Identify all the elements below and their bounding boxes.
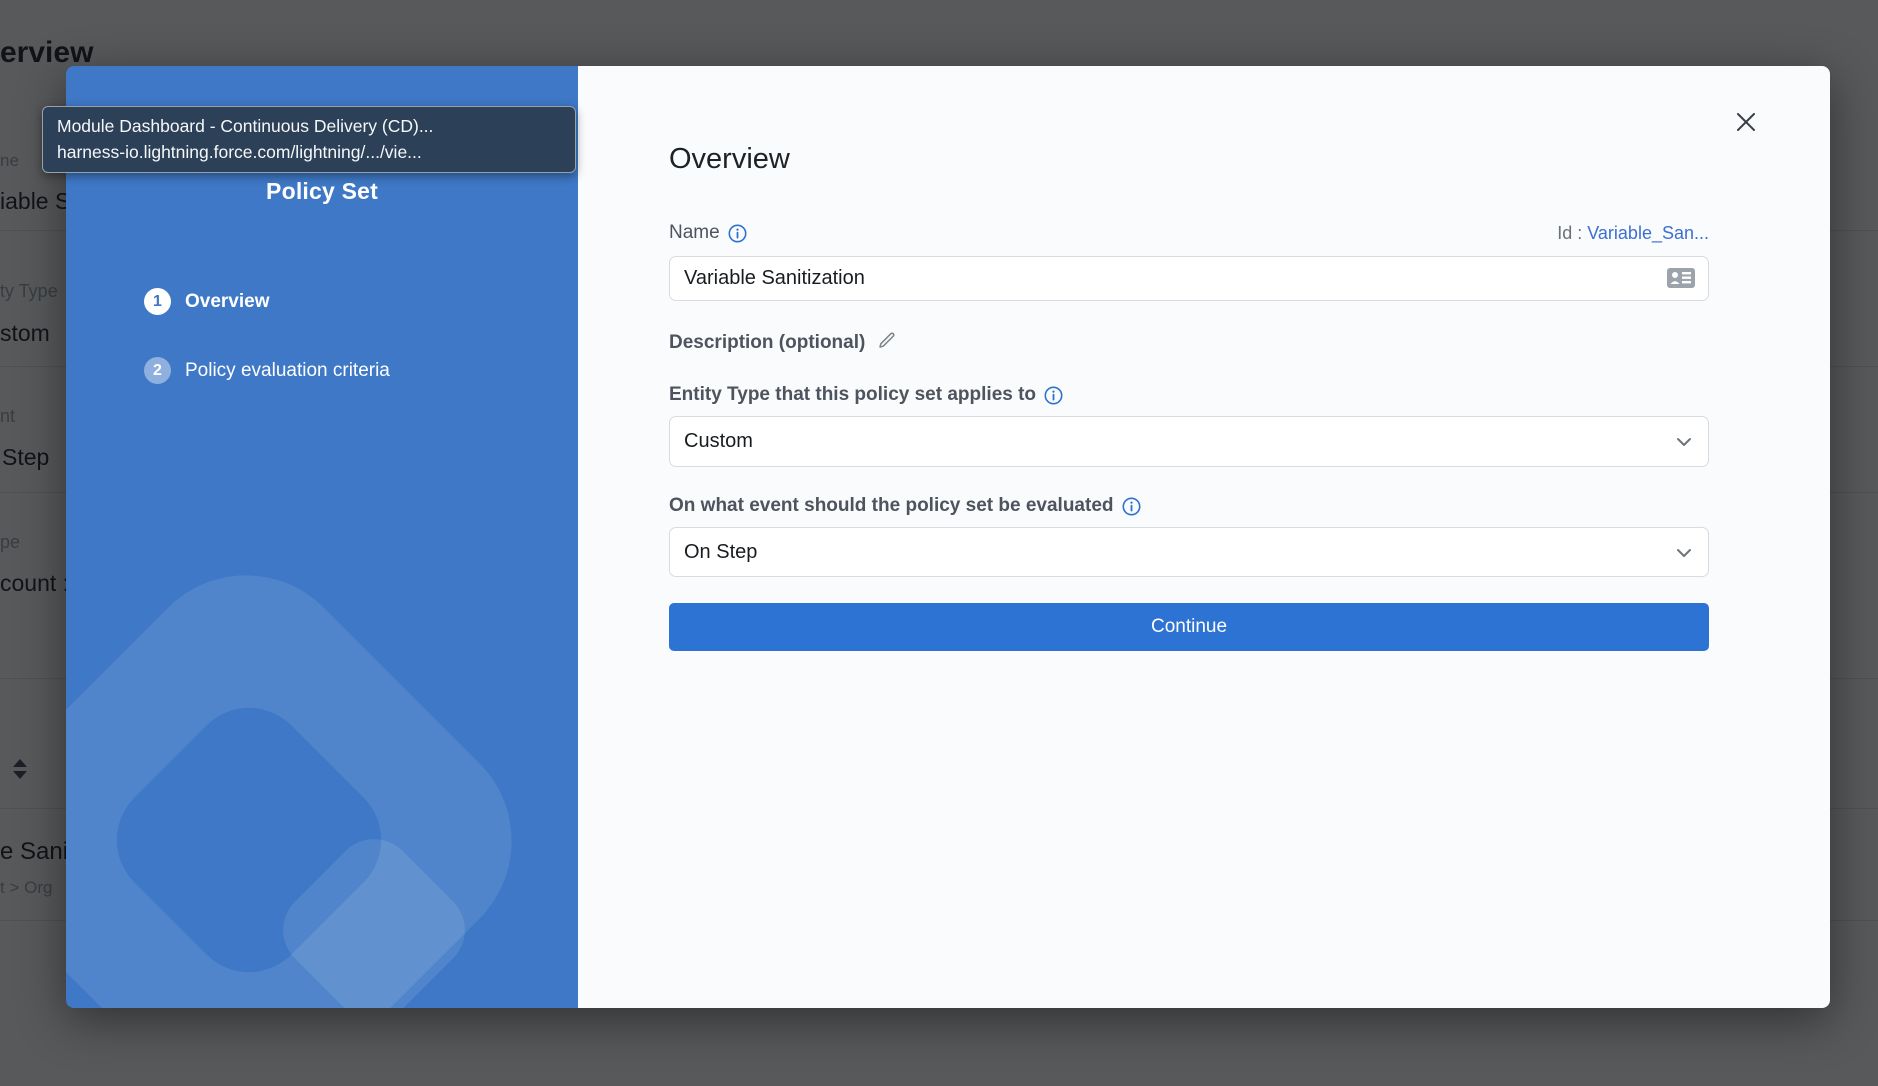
link-preview-tooltip: Module Dashboard - Continuous Delivery (…	[42, 106, 576, 173]
pencil-icon[interactable]	[877, 330, 897, 356]
info-icon[interactable]	[1044, 386, 1063, 405]
entity-type-value: Custom	[684, 430, 753, 453]
name-input[interactable]	[669, 256, 1709, 301]
step-policy-evaluation-criteria[interactable]: 2 Policy evaluation criteria	[144, 357, 390, 384]
id-prefix: Id :	[1557, 223, 1582, 243]
event-value: On Step	[684, 541, 757, 564]
step-label: Policy evaluation criteria	[185, 360, 390, 382]
wizard-steps: 1 Overview 2 Policy evaluation criteria	[144, 288, 390, 426]
entity-type-select[interactable]: Custom	[669, 416, 1709, 467]
overview-form-panel: Overview Name Id : Variable_San...	[578, 66, 1830, 1008]
entity-type-label-text: Entity Type that this policy set applies…	[669, 384, 1036, 406]
description-label: Description (optional)	[669, 330, 897, 356]
policy-set-modal: Policy Set 1 Overview 2 Policy evaluatio…	[66, 66, 1830, 1008]
entity-type-label: Entity Type that this policy set applies…	[669, 384, 1063, 406]
id-card-icon[interactable]	[1666, 267, 1696, 294]
page-title: Overview	[669, 143, 790, 176]
description-label-text: Description (optional)	[669, 332, 865, 354]
continue-button[interactable]: Continue	[669, 603, 1709, 651]
wizard-sidebar: Policy Set 1 Overview 2 Policy evaluatio…	[66, 66, 578, 1008]
chevron-down-icon	[1676, 430, 1692, 453]
info-icon[interactable]	[1122, 497, 1141, 516]
event-label: On what event should the policy set be e…	[669, 495, 1141, 517]
step-overview[interactable]: 1 Overview	[144, 288, 390, 315]
event-label-text: On what event should the policy set be e…	[669, 495, 1114, 517]
link-preview-url: harness-io.lightning.force.com/lightning…	[57, 139, 561, 165]
name-label: Name	[669, 222, 747, 244]
chevron-down-icon	[1676, 541, 1692, 564]
id-link[interactable]: Variable_San...	[1587, 223, 1709, 243]
close-icon[interactable]	[1732, 108, 1760, 136]
step-label: Overview	[185, 291, 270, 313]
wizard-title: Policy Set	[66, 178, 578, 205]
step-number-badge: 1	[144, 288, 171, 315]
info-icon[interactable]	[728, 224, 747, 243]
step-number-badge: 2	[144, 357, 171, 384]
link-preview-title: Module Dashboard - Continuous Delivery (…	[57, 113, 561, 139]
entity-id: Id : Variable_San...	[1557, 223, 1709, 244]
event-select[interactable]: On Step	[669, 527, 1709, 577]
name-label-text: Name	[669, 222, 720, 244]
